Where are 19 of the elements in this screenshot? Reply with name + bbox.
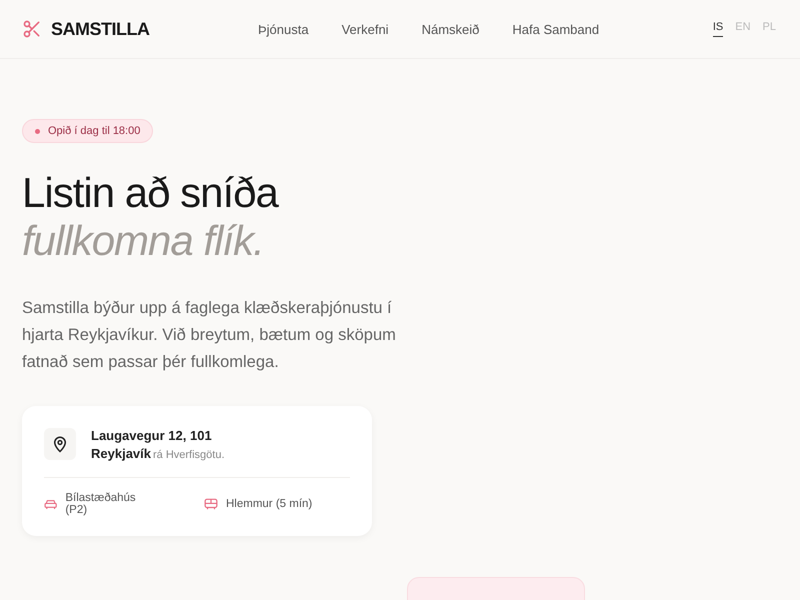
nav-link[interactable]: Þjónusta (258, 22, 309, 36)
headline: Listin að sníða (22, 169, 278, 217)
status-badge: Opið í dag til 18:00 (22, 119, 154, 143)
amenity-label: Hlemmur (5 mín) (226, 498, 312, 510)
headline-accent: fullkomna flík. (22, 217, 264, 265)
car-icon (44, 498, 58, 510)
location-pin-icon (44, 428, 76, 460)
nav-link[interactable]: Námskeið (422, 22, 480, 36)
scissors-icon (22, 19, 42, 39)
brand-name[interactable]: SAMSTILLA (51, 18, 150, 40)
intro-text: Samstilla býður upp á faglega klæðskeraþjónustu í hjarta Reykjavíkur. Við breytum, bætum og sköpum fatnað sem passar þér fullkomlega. (22, 298, 397, 373)
amenity-label: Bílastæðahús (P2) (65, 492, 137, 516)
address: Reykjavík (91, 446, 151, 461)
nav-link[interactable]: Hafa Samband (512, 22, 600, 36)
entrance-note: rá Hverfisgötu. (153, 449, 225, 461)
language-tab[interactable]: IS (712, 21, 724, 37)
address: Laugavegur 12, 101 (91, 428, 213, 443)
bus-icon (204, 498, 218, 510)
nav-link[interactable]: Verkefni (342, 22, 389, 36)
